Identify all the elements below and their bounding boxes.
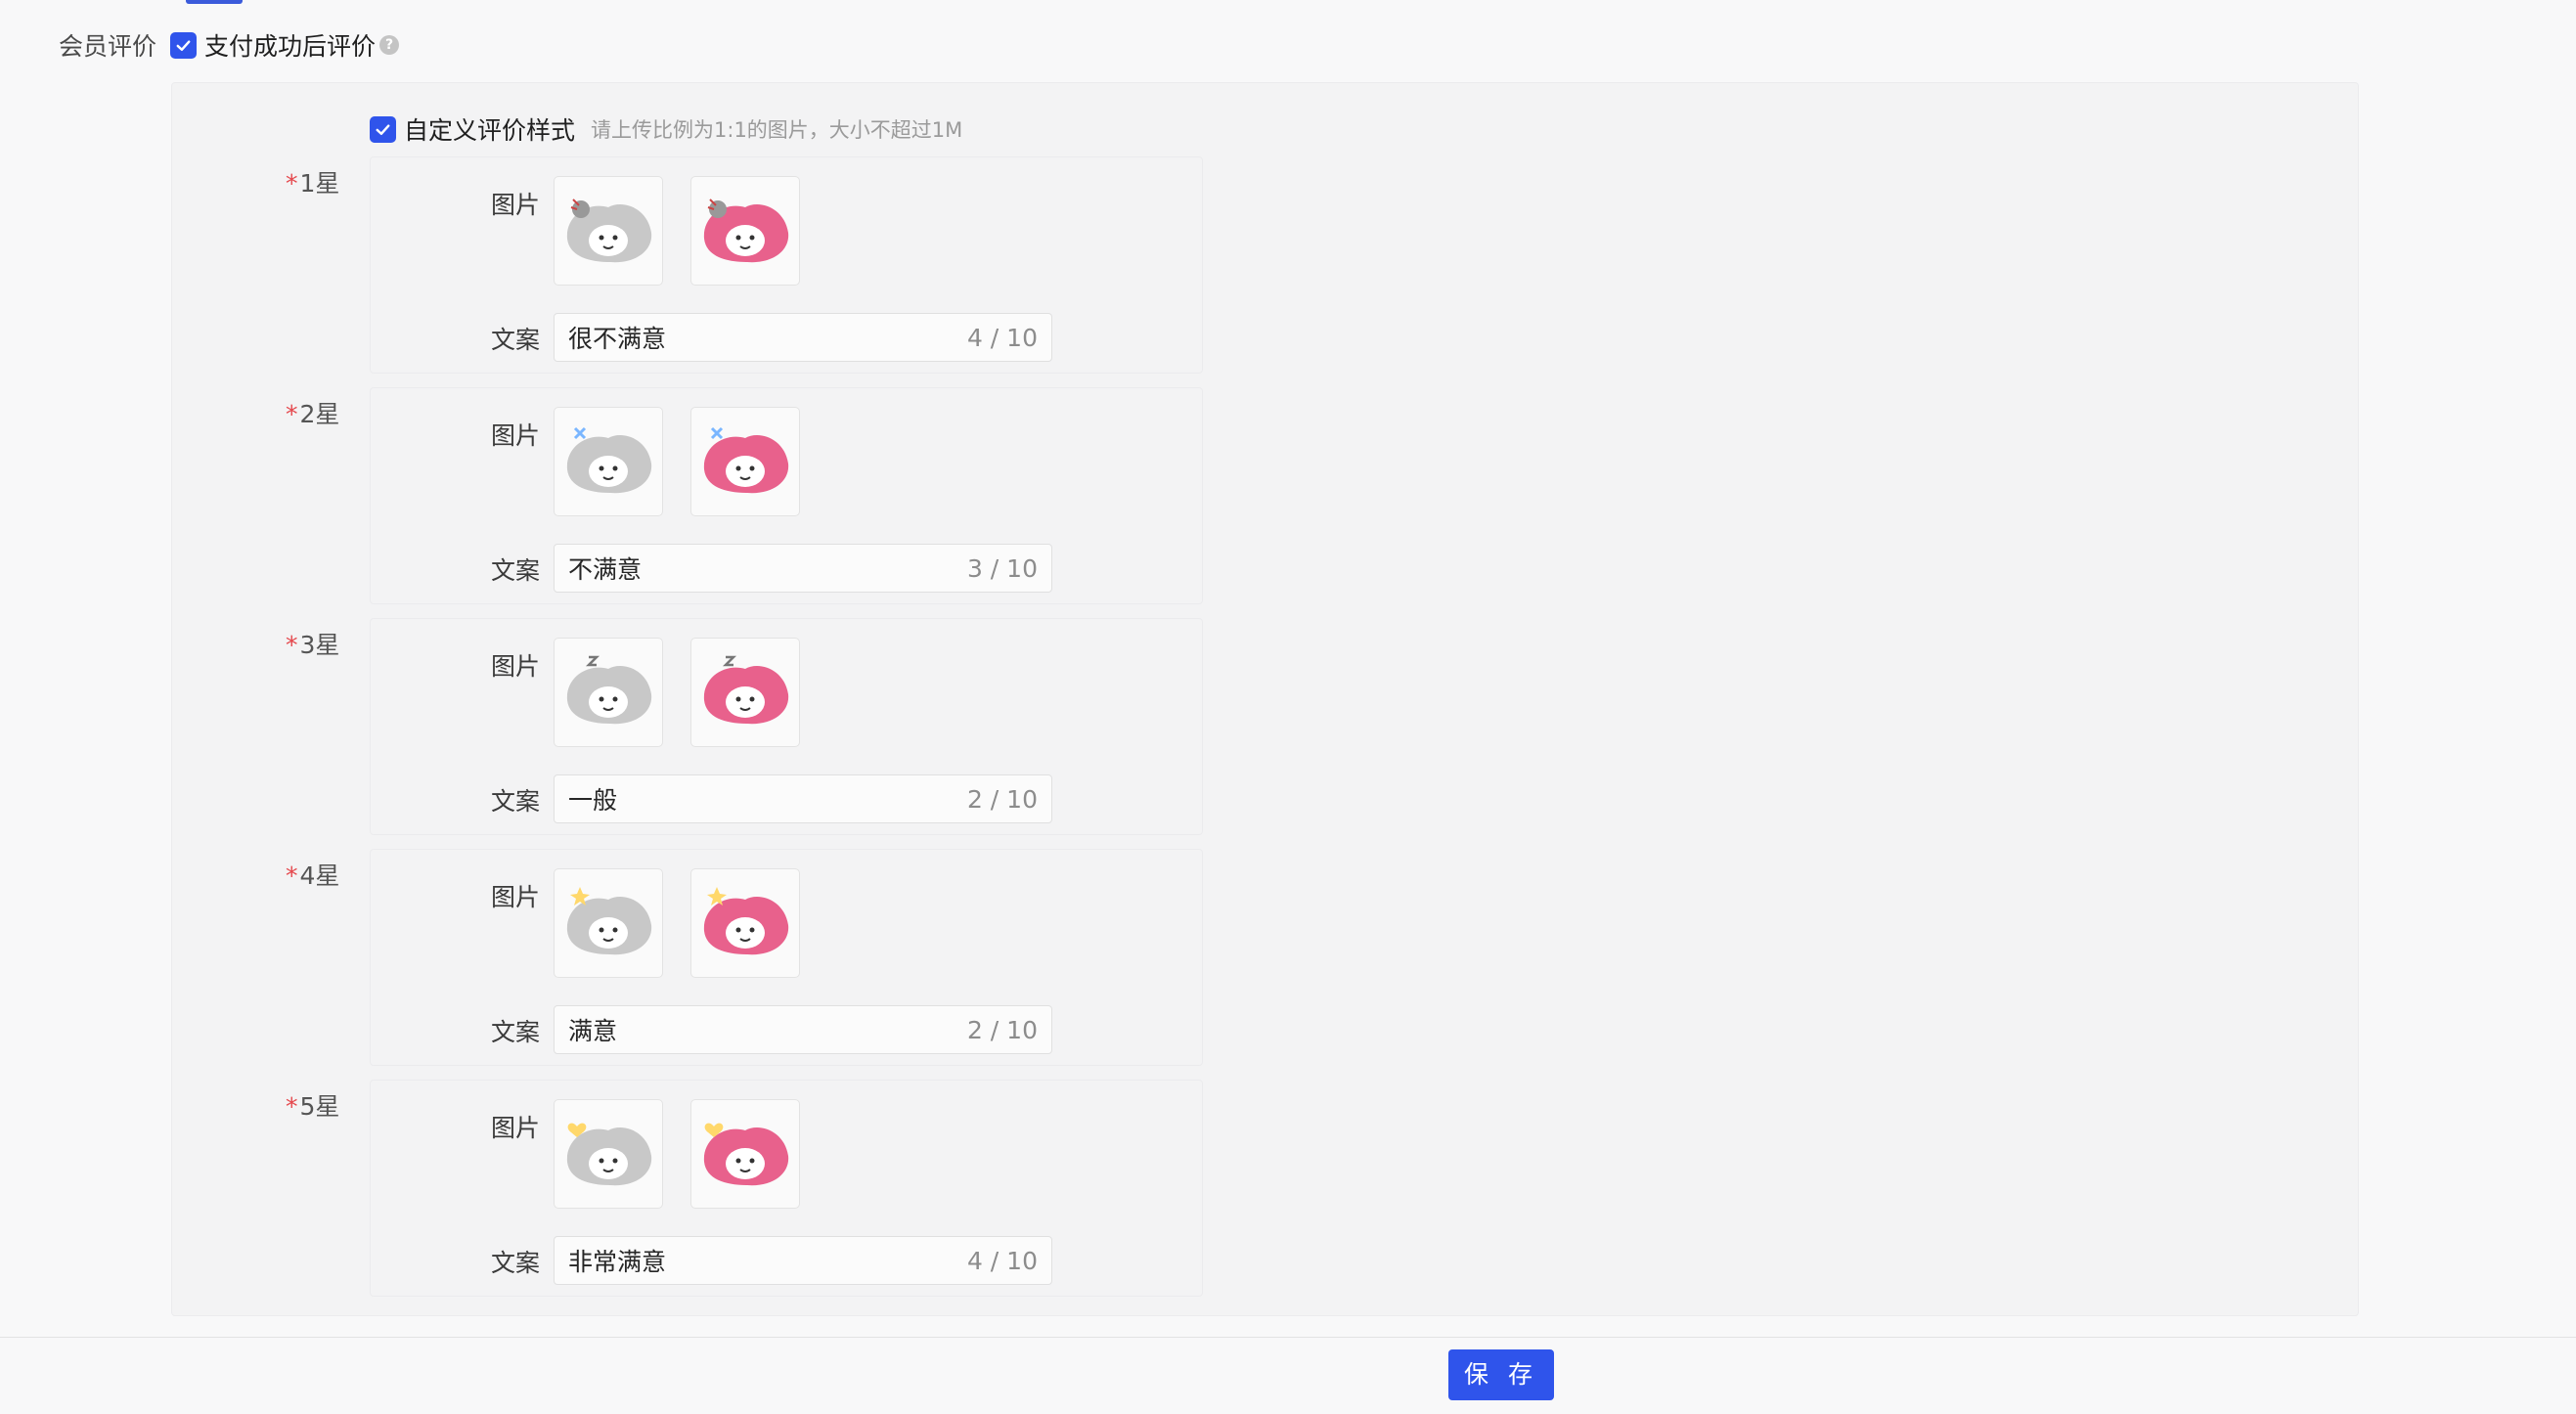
- custom-style-checkbox[interactable]: [370, 115, 396, 143]
- required-mark: *: [286, 400, 298, 428]
- text-field-label: 文案: [491, 556, 541, 585]
- text-field-label: 文案: [491, 787, 541, 816]
- star-text-input[interactable]: 满意 2 / 10: [554, 1005, 1052, 1054]
- char-counter: 3 / 10: [966, 553, 1038, 583]
- angry-pink-icon[interactable]: [690, 176, 800, 286]
- sleepy-pink-icon[interactable]: [690, 638, 800, 747]
- custom-style-row: 自定义评价样式 请上传比例为1:1的图片，大小不超过1M: [370, 112, 962, 146]
- char-counter: 4 / 10: [966, 323, 1038, 352]
- star-text-value: 不满意: [568, 555, 643, 584]
- text-field-label: 文案: [491, 326, 541, 354]
- save-button[interactable]: 保 存: [1448, 1349, 1554, 1400]
- image-field-label: 图片: [491, 191, 541, 219]
- star-text-input[interactable]: 不满意 3 / 10: [554, 544, 1052, 593]
- star-text-input[interactable]: 非常满意 4 / 10: [554, 1236, 1052, 1285]
- required-mark: *: [286, 862, 298, 890]
- star-label-text: 1星: [299, 169, 340, 198]
- char-counter: 2 / 10: [966, 1015, 1038, 1044]
- star-label: *5星: [286, 1087, 339, 1123]
- char-counter: 2 / 10: [966, 784, 1038, 814]
- custom-style-label[interactable]: 自定义评价样式: [404, 111, 575, 147]
- checkmark-icon: [376, 123, 390, 135]
- star-label-text: 4星: [299, 862, 340, 890]
- star-label: *4星: [286, 857, 339, 892]
- star-label: *2星: [286, 395, 339, 430]
- required-mark: *: [286, 169, 298, 198]
- star-text-value: 一般: [568, 786, 618, 815]
- checkmark-icon: [176, 39, 191, 51]
- star-label: *1星: [286, 164, 339, 199]
- required-mark: *: [286, 1092, 298, 1121]
- star-text-value: 非常满意: [568, 1248, 667, 1276]
- pay-success-review-checkbox[interactable]: [170, 31, 198, 59]
- star-label: *3星: [286, 626, 339, 661]
- smile-gray-icon[interactable]: [554, 868, 663, 978]
- member-review-label: 会员评价: [59, 32, 157, 61]
- image-field-label: 图片: [491, 421, 541, 450]
- star-text-value: 满意: [568, 1017, 618, 1045]
- star-label-text: 5星: [299, 1092, 340, 1121]
- upload-hint: 请上传比例为1:1的图片，大小不超过1M: [591, 118, 963, 142]
- active-tab-indicator: [186, 0, 243, 4]
- smile-pink-icon[interactable]: [690, 868, 800, 978]
- image-field-label: 图片: [491, 883, 541, 911]
- required-mark: *: [286, 631, 298, 659]
- annoyed-pink-icon[interactable]: [690, 407, 800, 516]
- pay-success-review-label[interactable]: 支付成功后评价: [204, 27, 376, 63]
- help-icon[interactable]: ?: [379, 35, 400, 55]
- footer-bar: [0, 1337, 2576, 1414]
- text-field-label: 文案: [491, 1249, 541, 1277]
- image-field-label: 图片: [491, 1114, 541, 1142]
- star-text-input[interactable]: 很不满意 4 / 10: [554, 313, 1052, 362]
- text-field-label: 文案: [491, 1018, 541, 1046]
- star-label-text: 2星: [299, 400, 340, 428]
- star-text-value: 很不满意: [568, 325, 667, 353]
- sleepy-gray-icon[interactable]: [554, 638, 663, 747]
- annoyed-gray-icon[interactable]: [554, 407, 663, 516]
- member-review-row: 会员评价 支付成功后评价 ?: [59, 27, 400, 63]
- image-field-label: 图片: [491, 652, 541, 681]
- star-label-text: 3星: [299, 631, 340, 659]
- love-gray-icon[interactable]: [554, 1099, 663, 1209]
- love-pink-icon[interactable]: [690, 1099, 800, 1209]
- angry-gray-icon[interactable]: [554, 176, 663, 286]
- star-text-input[interactable]: 一般 2 / 10: [554, 774, 1052, 823]
- char-counter: 4 / 10: [966, 1246, 1038, 1275]
